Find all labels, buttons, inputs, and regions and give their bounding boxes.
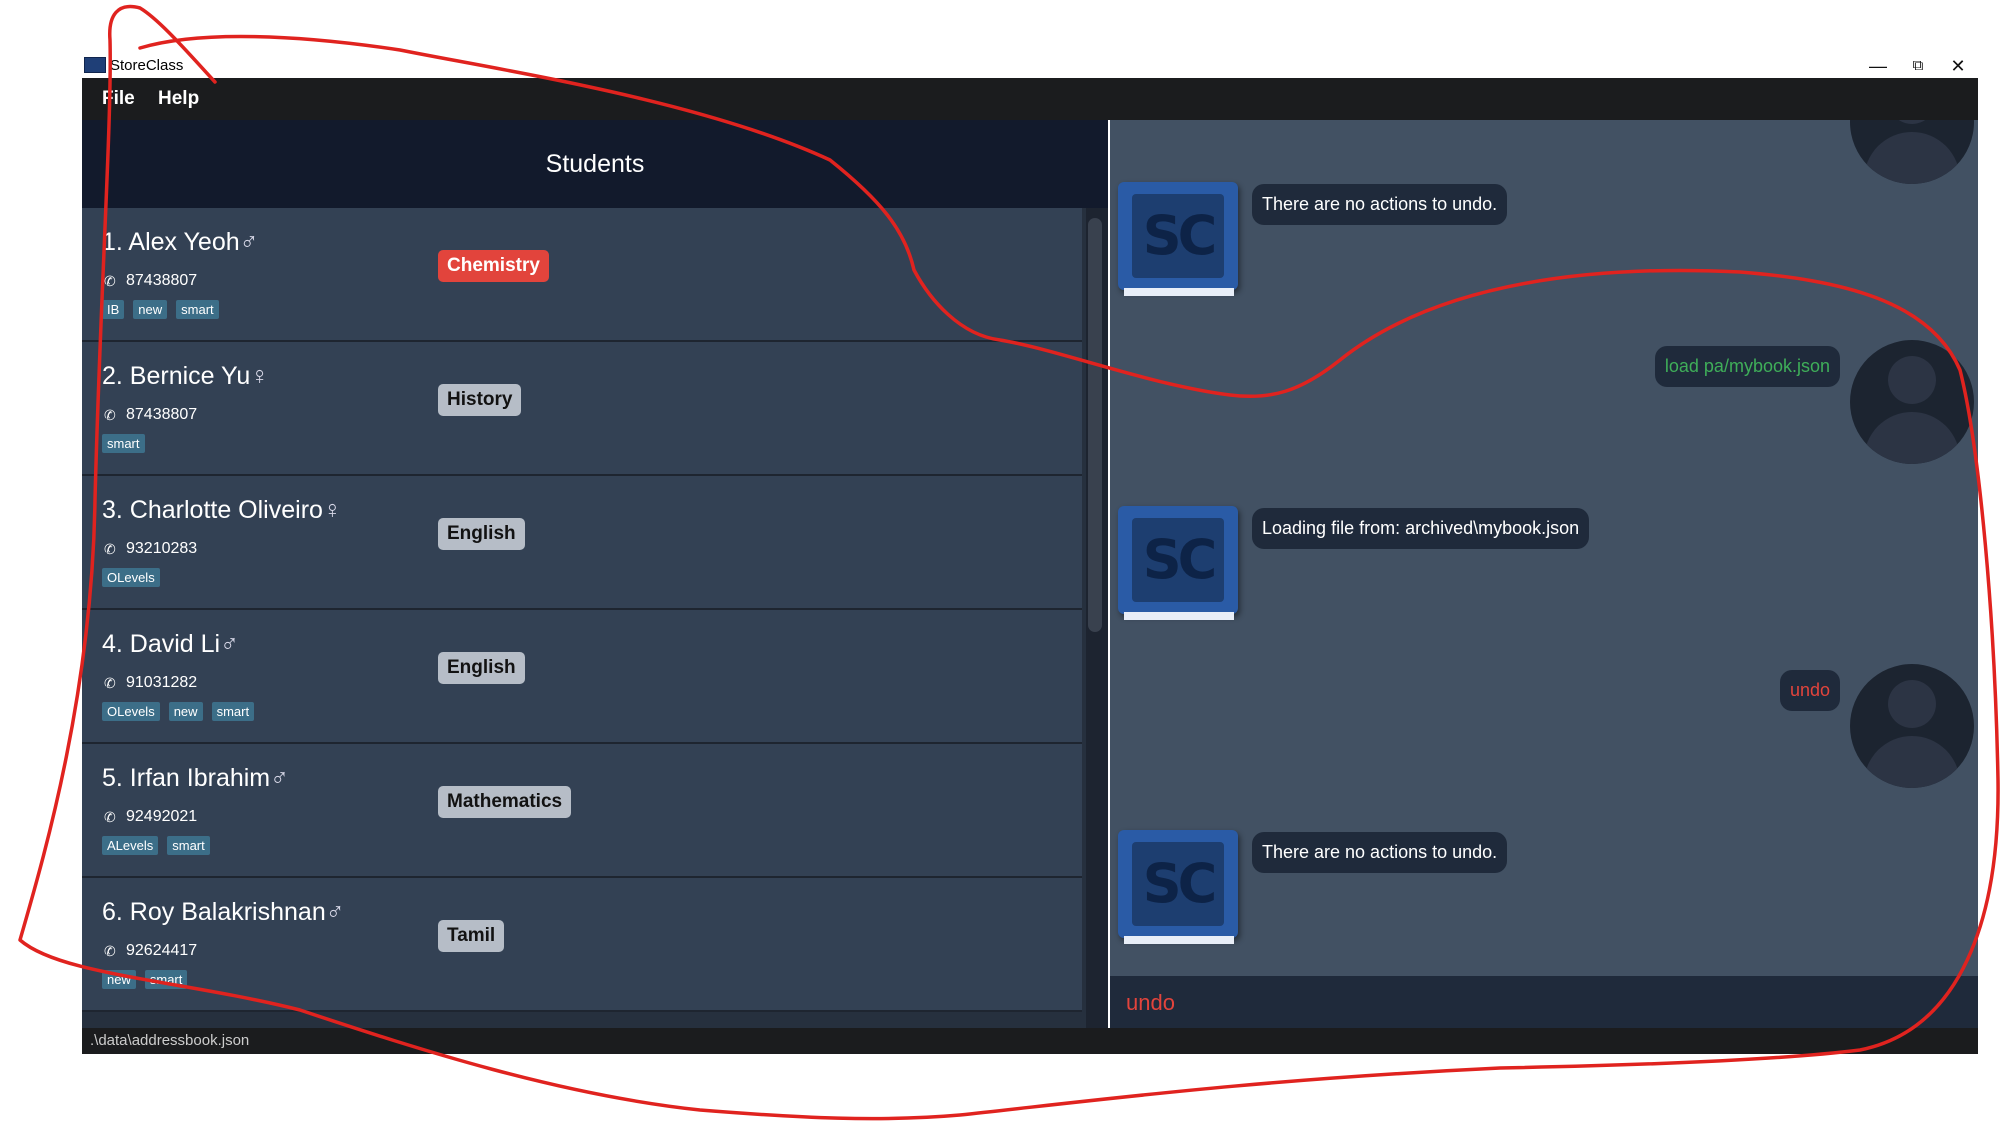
close-button[interactable]: ✕: [1938, 54, 1978, 78]
subject-badge: English: [438, 652, 525, 684]
student-name: 5. Irfan Ibrahim♂: [102, 764, 289, 792]
scrollbar-thumb[interactable]: [1088, 218, 1102, 632]
student-tags: ALevels smart: [102, 836, 210, 855]
student-card[interactable]: 1. Alex Yeoh♂ ✆ 87438807 IB new smart Chemistr…: [82, 208, 1082, 342]
bot-avatar: SC: [1118, 506, 1238, 626]
student-card[interactable]: 3. Charlotte Oliveiro♀ ✆ 93210283 OLevels En…: [82, 476, 1082, 610]
phone-icon: ✆: [104, 944, 116, 960]
student-name: 1. Alex Yeoh♂: [102, 228, 259, 256]
phone-icon: ✆: [104, 810, 116, 826]
subject-badge: English: [438, 518, 525, 550]
student-card[interactable]: 2. Bernice Yu♀ ✆ 87438807 smart History: [82, 342, 1082, 476]
user-message: load pa/mybook.json: [1654, 346, 1840, 387]
gender-icon: ♂: [220, 630, 239, 658]
gender-icon: ♂: [325, 898, 345, 926]
bot-avatar: SC: [1118, 830, 1238, 950]
student-tag: smart: [176, 300, 219, 319]
student-card[interactable]: 6. Roy Balakrishnan♂ ✆ 92624417 new smart Tam…: [82, 878, 1082, 1012]
bot-message: Loading file from: archived\mybook.json: [1252, 508, 1590, 549]
gender-icon: ♀: [250, 362, 270, 390]
subject-badge: Chemistry: [438, 250, 549, 282]
student-tag: smart: [211, 702, 255, 721]
user-avatar: [1850, 120, 1974, 184]
student-tag: smart: [144, 970, 188, 989]
phone-icon: ✆: [104, 542, 116, 558]
student-card[interactable]: 5. Irfan Ibrahim♂ ✆ 92492021 ALevels smart Ma…: [82, 744, 1082, 878]
student-name: 4. David Li♂: [102, 630, 239, 658]
user-avatar: [1850, 340, 1974, 464]
student-tags: smart: [102, 434, 145, 453]
student-card[interactable]: 4. David Li♂ ✆ 91031282 OLevels new smart Engl…: [82, 610, 1082, 744]
student-phone: 87438807: [126, 406, 198, 423]
bot-logo: SC: [1132, 518, 1224, 602]
students-panel: Students 1. Alex Yeoh♂ ✆ 87438807 IB new smar…: [82, 120, 1108, 1028]
status-bar: .\data\addressbook.json: [82, 1028, 1978, 1054]
user-avatar: [1850, 664, 1974, 788]
restore-button[interactable]: ⧉: [1898, 54, 1938, 78]
student-tags: new smart: [102, 970, 188, 989]
student-phone: 92624417: [126, 942, 198, 959]
subject-badge: Tamil: [438, 920, 505, 952]
student-tag: new: [133, 300, 168, 319]
student-tag: ALevels: [102, 836, 159, 855]
bot-logo: SC: [1132, 842, 1224, 926]
gender-icon: ♀: [322, 496, 342, 524]
student-tag: new: [102, 970, 136, 989]
window-title: StoreClass: [110, 57, 184, 74]
command-input[interactable]: [1124, 984, 1968, 1022]
student-phone: 92492021: [126, 808, 198, 825]
student-phone: 93210283: [126, 540, 198, 557]
student-tag: IB: [102, 300, 125, 319]
menu-file[interactable]: File: [102, 88, 135, 110]
menu-help[interactable]: Help: [158, 88, 199, 110]
chat-panel: SC There are no actions to undo. load pa/m…: [1110, 120, 1978, 1028]
phone-icon: ✆: [104, 274, 116, 290]
phone-icon: ✆: [104, 676, 116, 692]
student-name: 3. Charlotte Oliveiro♀: [102, 496, 342, 524]
bot-avatar: SC: [1118, 182, 1238, 302]
subject-badge: History: [438, 384, 522, 416]
student-tag: smart: [167, 836, 210, 855]
title-bar: StoreClass — ⧉ ✕: [82, 54, 1978, 78]
student-name: 2. Bernice Yu♀: [102, 362, 270, 390]
student-list[interactable]: 1. Alex Yeoh♂ ✆ 87438807 IB new smart Chemistr…: [82, 208, 1086, 1028]
student-tag: smart: [102, 434, 145, 453]
student-phone: 87438807: [126, 272, 198, 289]
student-tags: IB new smart: [102, 300, 219, 319]
menu-bar: File Help: [82, 78, 1978, 120]
gender-icon: ♂: [270, 764, 289, 792]
minimize-button[interactable]: —: [1858, 54, 1898, 78]
user-message: undo: [1779, 670, 1840, 711]
bot-logo: SC: [1132, 194, 1224, 278]
bot-message: There are no actions to undo.: [1252, 832, 1508, 873]
student-tags: OLevels: [102, 568, 160, 587]
app-window: StoreClass — ⧉ ✕ File Help Students 1. A…: [82, 54, 1978, 1054]
student-tag: new: [168, 702, 203, 721]
phone-icon: ✆: [104, 408, 116, 424]
gender-icon: ♂: [239, 228, 259, 256]
command-box: [1110, 976, 1978, 1028]
student-tags: OLevels new smart: [102, 702, 255, 721]
students-panel-title: Students: [82, 120, 1108, 208]
student-tag: OLevels: [102, 568, 160, 587]
student-tag: OLevels: [102, 702, 160, 721]
app-icon: [84, 57, 106, 73]
student-name: 6. Roy Balakrishnan♂: [102, 898, 345, 926]
bot-message: There are no actions to undo.: [1252, 184, 1508, 225]
subject-badge: Mathematics: [438, 786, 572, 818]
student-phone: 91031282: [126, 674, 198, 691]
